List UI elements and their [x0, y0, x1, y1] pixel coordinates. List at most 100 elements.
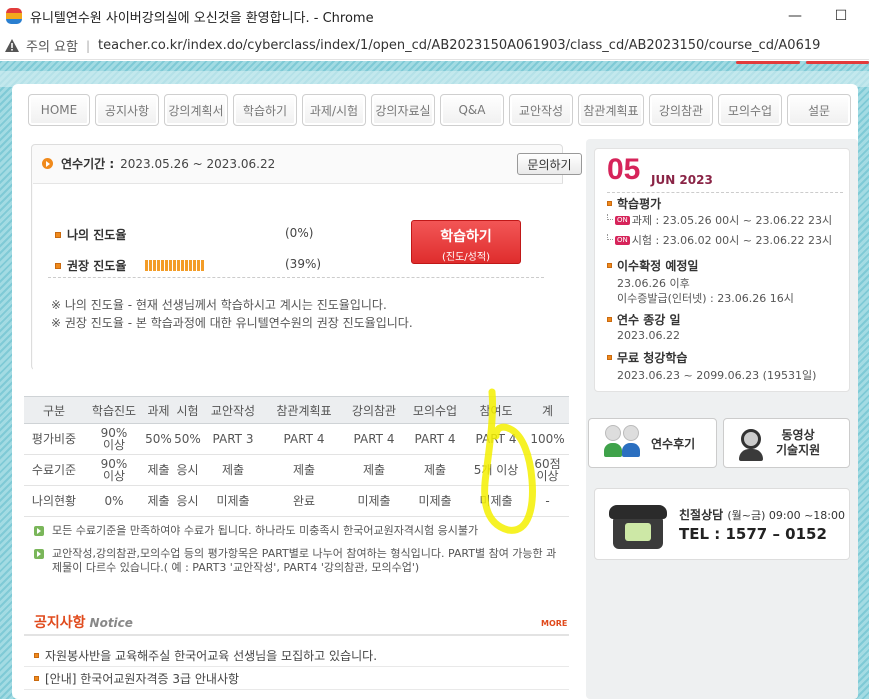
tree-connector-icon [607, 214, 613, 220]
browser-titlebar: 유니텔연수원 사이버강의실에 오신것을 환영합니다. - Chrome — ☐ [0, 0, 869, 32]
info-text-2: 교안작성,강의참관,모의수업 등의 평가항목은 PART별로 나누어 참여하는 … [52, 547, 557, 574]
table-cell: 5개 이상 [466, 454, 526, 486]
table-cell: 90% 이상 [84, 423, 144, 455]
my-progress-row: 나의 진도율 [55, 226, 157, 243]
criteria-table: 구분 학습진도 과제 시험 교안작성 참관계획표 강의참관 모의수업 참여도 계… [24, 396, 569, 517]
nav-syllabus[interactable]: 강의계획서 [164, 94, 228, 126]
my-progress-label: 나의 진도율 [67, 228, 127, 242]
eval-exam-text: 시험 : 23.06.02 00시 ~ 23.06.22 23시 [631, 234, 833, 247]
table-header: 강의참관 [344, 396, 404, 424]
confirm-line-2: 이수증발급(인터넷) : 23.06.26 16시 [617, 292, 794, 305]
square-bullet-icon [607, 317, 612, 322]
table-cell: 100% [526, 423, 569, 455]
minimize-button[interactable]: — [772, 0, 818, 32]
video-support-label: 동영상 기술지원 [776, 428, 820, 458]
table-header: 교안작성 [202, 396, 264, 424]
table-cell: 제출 [344, 454, 404, 486]
my-progress-value: (0%) [285, 226, 314, 240]
eval-title: 학습평가 [617, 197, 662, 211]
contact-hours: (월~금) 09:00 ~18:00 [727, 509, 846, 522]
progress-note-1: ※ 나의 진도율 - 현재 선생님께서 학습하시고 계시는 진도율입니다. [51, 298, 387, 312]
period-header: 연수기간 : 2023.05.26 ~ 2023.06.22 [42, 155, 275, 172]
nav-mock-class[interactable]: 모의수업 [718, 94, 782, 126]
table-cell: 제출 [202, 454, 264, 486]
address-separator: | [85, 38, 91, 53]
eval-exam: ON 시험 : 23.06.02 00시 ~ 23.06.22 23시 [607, 232, 832, 248]
nav-materials[interactable]: 강의자료실 [371, 94, 435, 126]
end-value: 2023.06.22 [617, 329, 680, 342]
nav-observation[interactable]: 강의참관 [649, 94, 713, 126]
notice-header: 공지사항 Notice [34, 612, 133, 632]
notice-item-divider [24, 689, 569, 690]
table-cell: PART 4 [264, 423, 344, 455]
nav-lesson-plan[interactable]: 교안작성 [509, 94, 573, 126]
free-title: 무료 청강학습 [617, 351, 688, 365]
notice-more-link[interactable]: MORE [541, 619, 567, 628]
url-text[interactable]: teacher.co.kr/index.do/cyberclass/index/… [98, 38, 820, 53]
notice-item-text[interactable]: 자원봉사반을 교육해주실 한국어교육 선생님을 모집하고 있습니다. [45, 647, 377, 664]
nav-notice[interactable]: 공지사항 [95, 94, 159, 126]
divider [48, 277, 544, 278]
nav-observation-plan[interactable]: 참관계획표 [578, 94, 644, 126]
table-cell: 완료 [264, 485, 344, 517]
telephone-icon [609, 499, 667, 551]
review-card[interactable]: 연수후기 [588, 418, 717, 468]
progress-box: 연수기간 : 2023.05.26 ~ 2023.06.22 문의하기 나의 진… [31, 144, 582, 370]
maximize-button[interactable]: ☐ [818, 0, 864, 32]
recommended-progress-value: (39%) [285, 257, 322, 271]
arrow-bullet-icon [34, 526, 44, 536]
window-title: 유니텔연수원 사이버강의실에 오신것을 환영합니다. - Chrome [30, 10, 374, 26]
video-support-card[interactable]: 동영상 기술지원 [723, 418, 850, 468]
notice-item-text[interactable]: [안내] 한국어교원자격증 3급 안내사항 [45, 670, 239, 687]
table-row: 나의현황 0% 제출 응시 미제출 완료 미제출 미제출 미제출 - [24, 485, 569, 517]
end-section-title: 연수 종강 일 [607, 311, 681, 328]
inquiry-button[interactable]: 문의하기 [517, 153, 582, 175]
eval-section-title: 학습평가 [607, 195, 661, 212]
recommended-progress-row: 권장 진도율 [55, 257, 205, 274]
security-label[interactable]: 주의 요함 [26, 36, 78, 55]
study-button[interactable]: 학습하기 (진도/성적) [411, 220, 521, 264]
eval-assignment: ON 과제 : 23.05.26 00시 ~ 23.06.22 23시 [607, 212, 832, 228]
table-cell: 50% [173, 423, 202, 455]
notice-item[interactable]: 자원봉사반을 교육해주실 한국어교육 선생님을 모집하고 있습니다. [34, 647, 377, 664]
table-cell: 제출 [144, 485, 173, 517]
nav-study[interactable]: 학습하기 [233, 94, 297, 126]
confirm-section-title: 이수확정 예정일 [607, 257, 698, 274]
table-cell: 0% [84, 485, 144, 517]
address-bar[interactable]: 주의 요함 | teacher.co.kr/index.do/cyberclas… [0, 32, 869, 60]
table-header-row: 구분 학습진도 과제 시험 교안작성 참관계획표 강의참관 모의수업 참여도 계 [24, 396, 569, 424]
site-favicon-icon [6, 8, 22, 24]
table-cell: 제출 [144, 454, 173, 486]
info-line-2: 교안작성,강의참관,모의수업 등의 평가항목은 PART별로 나누어 참여하는 … [34, 547, 564, 575]
notice-item[interactable]: [안내] 한국어교원자격증 3급 안내사항 [34, 670, 239, 687]
table-header: 참여도 [466, 396, 526, 424]
tree-connector-icon [607, 234, 613, 240]
nav-qna[interactable]: Q&A [440, 94, 504, 126]
free-section-title: 무료 청강학습 [607, 349, 687, 366]
table-cell: 수료기준 [24, 454, 84, 486]
table-cell: PART 4 [466, 423, 526, 455]
square-bullet-icon [55, 262, 61, 269]
square-bullet-icon [34, 676, 39, 681]
period-value: 2023.05.26 ~ 2023.06.22 [120, 156, 276, 171]
progress-note-2: ※ 권장 진도율 - 본 학습과정에 대한 유니텔연수원의 권장 진도율입니다. [51, 316, 413, 330]
notice-item-divider [24, 666, 569, 667]
table-cell: 90% 이상 [84, 454, 144, 486]
eval-assignment-text: 과제 : 23.05.26 00시 ~ 23.06.22 23시 [631, 214, 833, 227]
on-badge: ON [615, 215, 630, 225]
nav-assignment-exam[interactable]: 과제/시험 [302, 94, 366, 126]
table-row: 평가비중 90% 이상 50% 50% PART 3 PART 4 PART 4… [24, 423, 569, 455]
calendar-card: 05 JUN 2023 학습평가 ON 과제 : 23.05.26 00시 ~ … [594, 148, 850, 392]
table-row: 수료기준 90% 이상 제출 응시 제출 제출 제출 제출 5개 이상 60점 … [24, 454, 569, 486]
info-text-1: 모든 수료기준을 만족하여야 수료가 됩니다. 하나라도 미충족시 한국어교원자… [52, 524, 479, 537]
table-header: 과제 [144, 396, 173, 424]
review-label: 연수후기 [651, 436, 696, 451]
free-value: 2023.06.23 ~ 2099.06.23 (19531일) [617, 369, 817, 382]
confirm-line-1: 23.06.26 이후 [617, 277, 690, 290]
nav-survey[interactable]: 설문 [787, 94, 851, 126]
table-header: 모의수업 [404, 396, 466, 424]
nav-home[interactable]: HOME [28, 94, 90, 126]
table-cell: 미제출 [202, 485, 264, 517]
warning-icon[interactable] [4, 38, 20, 54]
main-panel: HOME 공지사항 강의계획서 학습하기 과제/시험 강의자료실 Q&A 교안작… [12, 84, 858, 699]
